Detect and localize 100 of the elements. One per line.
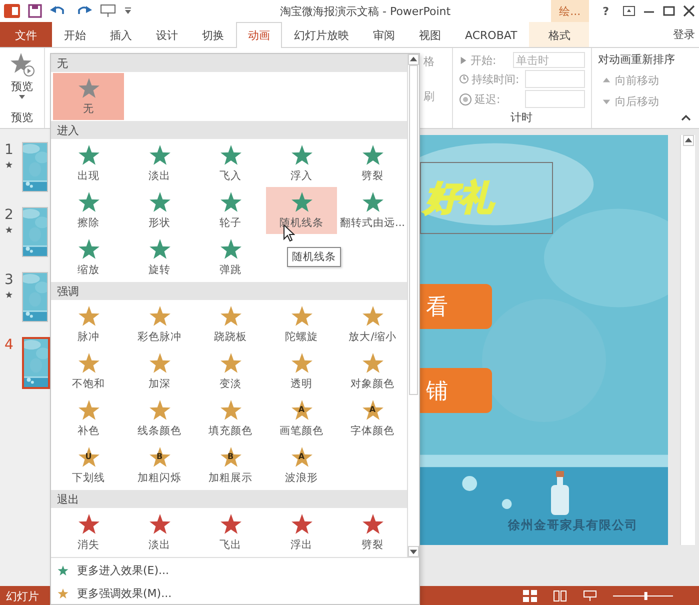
effect-item[interactable]: 飞入 bbox=[195, 140, 266, 187]
group-label: 预览 bbox=[11, 110, 34, 126]
effect-item[interactable]: 出现 bbox=[53, 140, 124, 187]
more-effects-link[interactable]: 更多强调效果(M)... bbox=[51, 585, 419, 602]
effect-item[interactable]: 劈裂 bbox=[337, 509, 407, 556]
star-icon bbox=[218, 144, 242, 168]
help-button[interactable]: ? bbox=[596, 4, 615, 18]
star-icon bbox=[76, 513, 100, 537]
effect-item[interactable]: U 下划线 bbox=[53, 442, 124, 489]
book-icon[interactable] bbox=[553, 590, 567, 602]
collapse-ribbon-icon[interactable] bbox=[681, 114, 691, 121]
zoom-slider-thumb[interactable] bbox=[644, 592, 648, 600]
effect-item[interactable]: 轮子 bbox=[195, 187, 266, 234]
reorder-title: 对动画重新排序 bbox=[598, 52, 675, 67]
window-title: 淘宝微海报演示文稿 - PowerPoint bbox=[280, 4, 451, 19]
play-icon bbox=[458, 56, 468, 64]
app-logo-icon[interactable] bbox=[4, 3, 20, 19]
effect-item[interactable]: 翻转式由远... bbox=[337, 187, 407, 234]
effect-item[interactable]: 彩色脉冲 bbox=[124, 301, 195, 348]
effect-item[interactable]: B 加粗展示 bbox=[195, 442, 266, 489]
effect-item[interactable]: 淡出 bbox=[124, 140, 195, 187]
star-icon bbox=[57, 564, 69, 576]
effect-item[interactable]: A 波浪形 bbox=[266, 442, 337, 489]
star-icon bbox=[148, 238, 172, 262]
effect-item[interactable]: 透明 bbox=[266, 348, 337, 395]
effect-item[interactable]: A 字体颜色 bbox=[337, 395, 407, 442]
effect-item[interactable]: 补色 bbox=[53, 395, 124, 442]
more-effects-link[interactable]: 更多进入效果(E)... bbox=[51, 562, 419, 579]
slide-thumbnail[interactable] bbox=[22, 142, 48, 192]
effect-item[interactable]: 浮出 bbox=[266, 509, 337, 556]
effect-item[interactable]: 弹跳 bbox=[195, 234, 266, 281]
star-icon bbox=[218, 513, 242, 537]
scroll-up-button[interactable] bbox=[408, 54, 419, 65]
effect-item[interactable]: 加深 bbox=[124, 348, 195, 395]
up-arrow-icon bbox=[684, 136, 692, 145]
normal-view-icon[interactable] bbox=[523, 590, 537, 602]
effect-item[interactable]: 浮入 bbox=[266, 140, 337, 187]
slide-number: 1 bbox=[4, 142, 14, 158]
effect-item[interactable]: 跷跷板 bbox=[195, 301, 266, 348]
effect-item[interactable]: A 画笔颜色 bbox=[266, 395, 337, 442]
slide-thumbnail[interactable] bbox=[22, 207, 48, 257]
effect-item[interactable]: 劈裂 bbox=[337, 140, 407, 187]
effect-item[interactable]: 放大/缩小 bbox=[337, 301, 407, 348]
ribbon-tab[interactable]: 幻灯片放映 bbox=[282, 22, 361, 47]
ribbon-display-icon[interactable] bbox=[623, 6, 635, 16]
ribbon-tab[interactable]: 切换 bbox=[190, 22, 236, 47]
slide-thumbnail[interactable] bbox=[22, 272, 48, 322]
ribbon-tab[interactable]: 开始 bbox=[52, 22, 98, 47]
star-icon bbox=[290, 446, 314, 470]
section-header: 无 bbox=[51, 54, 407, 72]
star-icon bbox=[218, 191, 242, 215]
effect-item[interactable]: 不饱和 bbox=[53, 348, 124, 395]
delay-icon bbox=[458, 92, 472, 106]
delay-field[interactable] bbox=[524, 90, 585, 108]
presenter-icon[interactable] bbox=[100, 4, 116, 18]
effect-item[interactable]: 对象颜色 bbox=[337, 348, 407, 395]
ribbon-tab[interactable]: 插入 bbox=[98, 22, 144, 47]
up-arrow-icon bbox=[409, 55, 418, 64]
effect-item[interactable]: B 加粗闪烁 bbox=[124, 442, 195, 489]
ribbon-tab[interactable]: 动画 bbox=[236, 22, 282, 48]
scroll-up-button[interactable] bbox=[682, 135, 694, 146]
effect-item[interactable]: 擦除 bbox=[53, 187, 124, 234]
effect-item[interactable]: 变淡 bbox=[195, 348, 266, 395]
slide-thumbnail[interactable] bbox=[22, 337, 50, 389]
ribbon-tab[interactable]: ACROBAT bbox=[453, 22, 530, 47]
star-letter: B bbox=[155, 452, 164, 461]
maximize-icon[interactable] bbox=[663, 6, 675, 16]
section-header: 退出 bbox=[51, 490, 407, 508]
effect-item[interactable]: 无 bbox=[53, 73, 124, 120]
sign-in-link[interactable]: 登录 bbox=[673, 22, 699, 47]
ribbon-tab[interactable]: 视图 bbox=[407, 22, 453, 47]
save-icon[interactable] bbox=[28, 4, 42, 18]
effect-item[interactable]: 缩放 bbox=[53, 234, 124, 281]
duration-field[interactable] bbox=[524, 70, 585, 88]
effect-item[interactable]: 陀螺旋 bbox=[266, 301, 337, 348]
section-header: 强调 bbox=[51, 282, 407, 300]
ribbon-tab[interactable]: 审阅 bbox=[361, 22, 407, 47]
effect-item[interactable]: 飞出 bbox=[195, 509, 266, 556]
customize-icon[interactable] bbox=[124, 7, 132, 15]
effect-item[interactable]: 消失 bbox=[53, 509, 124, 556]
slideshow-icon[interactable] bbox=[583, 590, 597, 602]
preview-button[interactable]: 预览 bbox=[9, 52, 36, 99]
star-icon bbox=[148, 399, 172, 423]
ribbon-tab[interactable]: 文件 bbox=[0, 22, 52, 47]
company-name: 徐州金哥家具有限公司 bbox=[508, 517, 638, 534]
effect-item[interactable]: 形状 bbox=[124, 187, 195, 234]
effect-item[interactable]: 旋转 bbox=[124, 234, 195, 281]
effect-item[interactable]: 线条颜色 bbox=[124, 395, 195, 442]
scroll-down-button[interactable] bbox=[408, 546, 419, 557]
effect-item[interactable]: 填充颜色 bbox=[195, 395, 266, 442]
slide-number: 4 bbox=[4, 337, 14, 353]
ribbon-tab[interactable]: 设计 bbox=[144, 22, 190, 47]
scrollbar-thumb[interactable] bbox=[409, 65, 418, 395]
effect-item[interactable]: 脉冲 bbox=[53, 301, 124, 348]
ribbon-tab[interactable]: 格式 bbox=[529, 22, 590, 47]
star-icon bbox=[218, 238, 242, 262]
close-icon[interactable] bbox=[683, 5, 695, 17]
star-icon bbox=[218, 446, 242, 470]
effect-item[interactable]: 淡出 bbox=[124, 509, 195, 556]
star-icon bbox=[360, 399, 384, 423]
